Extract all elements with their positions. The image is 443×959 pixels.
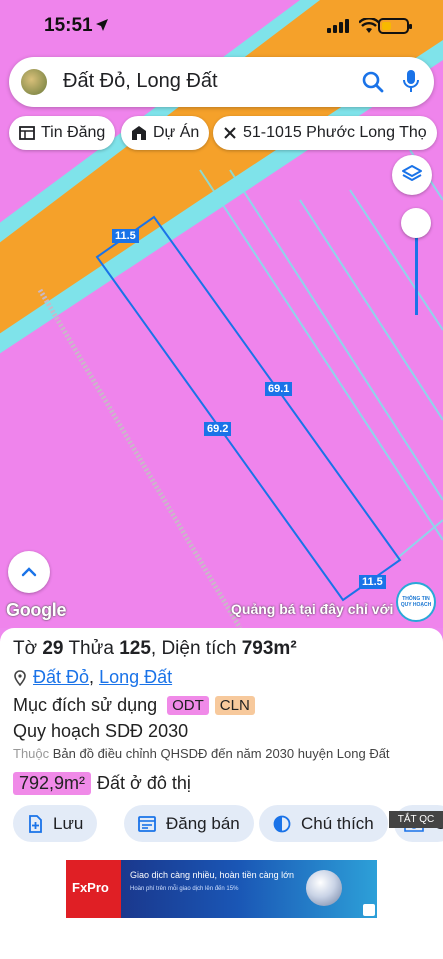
chip-label: Dự Án bbox=[153, 124, 200, 141]
chip-tin-dang[interactable]: Tin Đăng bbox=[9, 116, 116, 150]
post-sale-label: Đăng bán bbox=[166, 813, 240, 833]
ad-subtext: Hoàn phí trên mỗi giao dịch lên đến 15% bbox=[130, 886, 239, 892]
ruler-icon bbox=[224, 127, 236, 139]
listing-icon bbox=[19, 126, 35, 140]
plan-source: Thuộc Bản đồ điều chỉnh QHSDĐ đến năm 20… bbox=[13, 746, 390, 761]
legend-label: Chú thích bbox=[301, 813, 374, 833]
plan-title: Quy hoạch SDĐ 2030 bbox=[13, 721, 189, 741]
opacity-slider-track[interactable] bbox=[415, 225, 418, 315]
chip-label: 51-1015 Phước Long Thọ bbox=[243, 124, 427, 141]
cellular-signal-icon bbox=[327, 19, 349, 33]
map-view[interactable]: 11.5 69.1 69.2 11.5 15:51 Đất Đỏ, Long Đ… bbox=[0, 0, 443, 628]
battery-icon bbox=[378, 18, 412, 34]
province-link[interactable]: Long Đất bbox=[99, 667, 172, 688]
save-button[interactable]: Lưu bbox=[13, 805, 98, 842]
area-label: , Diện tích bbox=[150, 638, 237, 659]
chevron-up-icon bbox=[21, 567, 37, 577]
location-pin-icon bbox=[14, 669, 26, 686]
dim-bottom-label: 11.5 bbox=[359, 575, 386, 589]
promo-text[interactable]: Quảng bá tại đây chỉ với bbox=[231, 601, 393, 617]
district-link[interactable]: Đất Đỏ bbox=[33, 667, 89, 688]
save-label: Lưu bbox=[53, 813, 84, 833]
area-value: 793m² bbox=[241, 638, 297, 659]
chip-du-an[interactable]: Dự Án bbox=[121, 116, 210, 150]
post-sale-button[interactable]: Đăng bán bbox=[124, 805, 254, 842]
location-arrow-icon bbox=[96, 19, 108, 31]
search-bar[interactable]: Đất Đỏ, Long Đất bbox=[9, 57, 434, 107]
status-bar: 15:51 bbox=[0, 14, 443, 40]
thua-label: Thửa bbox=[68, 638, 114, 659]
thua-value: 125 bbox=[119, 638, 151, 659]
google-logo: Google bbox=[6, 600, 67, 620]
dim-top-label: 11.5 bbox=[112, 229, 139, 243]
dim-left-label: 69.2 bbox=[204, 422, 232, 436]
microphone-icon[interactable] bbox=[402, 69, 420, 95]
belong-text: Bản đồ điều chỉnh QHSDĐ đến năm 2030 huy… bbox=[52, 746, 390, 761]
ad-logo: FxPro bbox=[66, 860, 121, 918]
parcel-title: Tờ 29 Thửa 125, Diện tích 793m² bbox=[13, 638, 297, 660]
status-time: 15:51 bbox=[44, 15, 93, 36]
location-separator: , bbox=[89, 667, 95, 687]
planning-info-badge[interactable]: THÔNG TIN QUY HOẠCH bbox=[396, 582, 436, 622]
ad-headline: Giao dịch càng nhiều, hoàn tiền càng lớn bbox=[130, 870, 295, 880]
land-use-purpose: Mục đích sử dụng ODT CLN bbox=[13, 695, 255, 716]
area-detail-row: 792,9m² Đất ở đô thị bbox=[13, 772, 191, 795]
ad-brand: FxPro bbox=[72, 880, 109, 895]
building-icon bbox=[132, 126, 146, 140]
ad-coin-image bbox=[306, 870, 342, 906]
close-ad-button[interactable]: TẮT QC bbox=[389, 811, 443, 828]
to-label: Tờ bbox=[13, 638, 38, 659]
purpose-tag-odt[interactable]: ODT bbox=[167, 696, 209, 715]
area-detail: 792,9m² bbox=[13, 772, 92, 795]
post-icon bbox=[138, 815, 156, 832]
wifi-icon bbox=[359, 18, 379, 33]
search-icon[interactable] bbox=[362, 71, 384, 93]
purpose-tag-cln[interactable]: CLN bbox=[214, 696, 255, 715]
avatar[interactable] bbox=[21, 69, 47, 95]
dim-right-label: 69.1 bbox=[265, 382, 293, 396]
ad-banner[interactable]: FxPro Giao dịch càng nhiều, hoàn tiền cà… bbox=[66, 860, 377, 918]
layers-icon bbox=[402, 165, 422, 181]
to-value: 29 bbox=[42, 638, 64, 659]
parcel-location: Đất Đỏ, Long Đất bbox=[13, 667, 172, 688]
contrast-icon bbox=[273, 815, 291, 832]
opacity-slider-knob[interactable] bbox=[401, 208, 431, 238]
save-icon bbox=[29, 814, 42, 833]
badge-line-2: QUY HOẠCH bbox=[400, 602, 432, 608]
expand-up-button[interactable] bbox=[8, 551, 50, 593]
ad-choices-icon[interactable] bbox=[363, 904, 375, 916]
area-type: Đất ở đô thị bbox=[97, 773, 191, 793]
chip-label: Tin Đăng bbox=[41, 124, 106, 141]
chip-parcel-code[interactable]: 51-1015 Phước Long Thọ bbox=[213, 116, 437, 150]
belong-prefix: Thuộc bbox=[13, 746, 50, 761]
legend-button[interactable]: Chú thích bbox=[259, 805, 388, 842]
layers-button[interactable] bbox=[392, 155, 432, 195]
purpose-label: Mục đích sử dụng bbox=[13, 695, 158, 715]
search-query[interactable]: Đất Đỏ, Long Đất bbox=[63, 70, 218, 93]
